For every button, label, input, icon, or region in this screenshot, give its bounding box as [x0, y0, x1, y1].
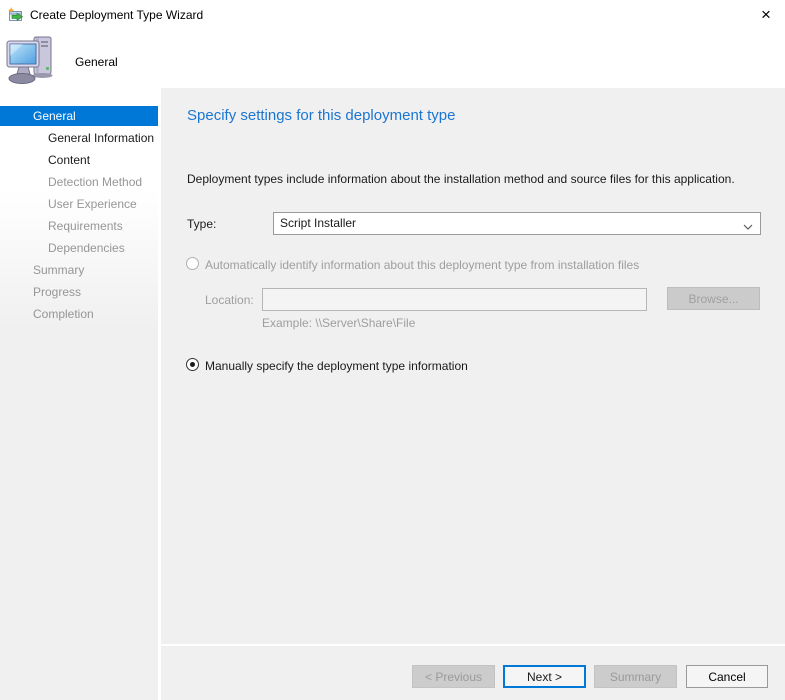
nav-item-content[interactable]: Content [0, 150, 158, 170]
wizard-nav: General General Information Content Dete… [0, 88, 158, 700]
summary-button: Summary [594, 665, 677, 688]
previous-button: < Previous [412, 665, 495, 688]
wizard-app-icon [8, 7, 24, 23]
nav-item-requirements: Requirements [48, 219, 123, 233]
nav-item-general[interactable]: General [0, 106, 158, 126]
type-select[interactable]: Script Installer [273, 212, 761, 235]
computer-icon [6, 36, 60, 86]
nav-item-completion: Completion [33, 307, 94, 321]
wizard-header: General [0, 30, 785, 88]
manual-specify-radio[interactable] [186, 358, 199, 371]
location-input [262, 288, 647, 311]
titlebar: Create Deployment Type Wizard × [0, 0, 785, 30]
nav-item-general-information[interactable]: General Information [0, 128, 158, 148]
next-button[interactable]: Next > [503, 665, 586, 688]
nav-item-progress: Progress [33, 285, 82, 299]
location-label: Location: [205, 293, 254, 307]
auto-identify-radio-label: Automatically identify information about… [205, 258, 640, 272]
chevron-down-icon [743, 220, 753, 230]
type-select-value: Script Installer [280, 216, 357, 230]
page-title: Specify settings for this deployment typ… [187, 107, 456, 124]
nav-item-dependencies: Dependencies [48, 241, 125, 255]
nav-item-user-experience: User Experience [48, 197, 137, 211]
nav-item-summary: Summary [33, 263, 85, 277]
close-icon[interactable]: × [753, 2, 779, 28]
auto-identify-radio [186, 257, 199, 270]
manual-specify-radio-label[interactable]: Manually specify the deployment type inf… [205, 359, 468, 373]
type-label: Type: [187, 217, 217, 231]
location-example-text: Example: \\Server\Share\File [262, 316, 416, 330]
page-description: Deployment types include information abo… [187, 172, 735, 186]
header-title: General [75, 55, 118, 69]
browse-button: Browse... [667, 287, 760, 310]
nav-item-detection-method: Detection Method [48, 175, 143, 189]
cancel-button[interactable]: Cancel [686, 665, 768, 688]
window-title: Create Deployment Type Wizard [30, 8, 204, 22]
